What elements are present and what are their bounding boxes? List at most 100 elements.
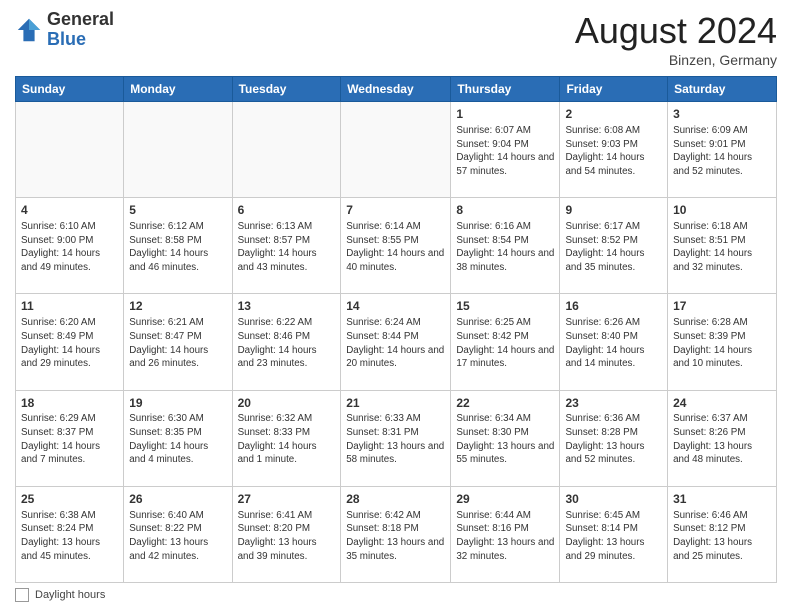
calendar-cell: 9Sunrise: 6:17 AM Sunset: 8:52 PM Daylig… [560, 198, 668, 294]
calendar-cell: 23Sunrise: 6:36 AM Sunset: 8:28 PM Dayli… [560, 390, 668, 486]
day-header-tuesday: Tuesday [232, 77, 341, 102]
day-number: 14 [346, 298, 445, 315]
day-number: 8 [456, 202, 554, 219]
calendar-cell: 27Sunrise: 6:41 AM Sunset: 8:20 PM Dayli… [232, 486, 341, 582]
calendar-cell: 16Sunrise: 6:26 AM Sunset: 8:40 PM Dayli… [560, 294, 668, 390]
month-title: August 2024 [575, 10, 777, 52]
footer-label: Daylight hours [35, 589, 105, 601]
calendar-header-row: SundayMondayTuesdayWednesdayThursdayFrid… [16, 77, 777, 102]
day-info: Sunrise: 6:16 AM Sunset: 8:54 PM Dayligh… [456, 220, 554, 275]
day-header-friday: Friday [560, 77, 668, 102]
day-number: 31 [673, 491, 771, 508]
calendar-cell: 26Sunrise: 6:40 AM Sunset: 8:22 PM Dayli… [124, 486, 232, 582]
day-info: Sunrise: 6:07 AM Sunset: 9:04 PM Dayligh… [456, 124, 554, 179]
day-number: 24 [673, 395, 771, 412]
calendar-cell: 22Sunrise: 6:34 AM Sunset: 8:30 PM Dayli… [451, 390, 560, 486]
calendar-week-1: 1Sunrise: 6:07 AM Sunset: 9:04 PM Daylig… [16, 102, 777, 198]
day-info: Sunrise: 6:41 AM Sunset: 8:20 PM Dayligh… [238, 509, 336, 564]
day-info: Sunrise: 6:45 AM Sunset: 8:14 PM Dayligh… [565, 509, 662, 564]
day-number: 28 [346, 491, 445, 508]
day-info: Sunrise: 6:20 AM Sunset: 8:49 PM Dayligh… [21, 316, 118, 371]
calendar-cell: 6Sunrise: 6:13 AM Sunset: 8:57 PM Daylig… [232, 198, 341, 294]
calendar-week-5: 25Sunrise: 6:38 AM Sunset: 8:24 PM Dayli… [16, 486, 777, 582]
day-number: 30 [565, 491, 662, 508]
day-header-monday: Monday [124, 77, 232, 102]
calendar-cell: 11Sunrise: 6:20 AM Sunset: 8:49 PM Dayli… [16, 294, 124, 390]
calendar-cell: 5Sunrise: 6:12 AM Sunset: 8:58 PM Daylig… [124, 198, 232, 294]
day-info: Sunrise: 6:25 AM Sunset: 8:42 PM Dayligh… [456, 316, 554, 371]
location-subtitle: Binzen, Germany [575, 52, 777, 68]
header: General Blue August 2024 Binzen, Germany [15, 10, 777, 68]
calendar-cell: 13Sunrise: 6:22 AM Sunset: 8:46 PM Dayli… [232, 294, 341, 390]
day-number: 16 [565, 298, 662, 315]
calendar-week-2: 4Sunrise: 6:10 AM Sunset: 9:00 PM Daylig… [16, 198, 777, 294]
day-info: Sunrise: 6:44 AM Sunset: 8:16 PM Dayligh… [456, 509, 554, 564]
day-info: Sunrise: 6:42 AM Sunset: 8:18 PM Dayligh… [346, 509, 445, 564]
calendar-cell [232, 102, 341, 198]
day-number: 23 [565, 395, 662, 412]
footer-icon [15, 588, 29, 602]
day-info: Sunrise: 6:30 AM Sunset: 8:35 PM Dayligh… [129, 412, 226, 467]
day-number: 7 [346, 202, 445, 219]
calendar-cell: 17Sunrise: 6:28 AM Sunset: 8:39 PM Dayli… [668, 294, 777, 390]
day-info: Sunrise: 6:37 AM Sunset: 8:26 PM Dayligh… [673, 412, 771, 467]
day-info: Sunrise: 6:33 AM Sunset: 8:31 PM Dayligh… [346, 412, 445, 467]
day-header-sunday: Sunday [16, 77, 124, 102]
day-number: 27 [238, 491, 336, 508]
calendar-week-3: 11Sunrise: 6:20 AM Sunset: 8:49 PM Dayli… [16, 294, 777, 390]
day-number: 6 [238, 202, 336, 219]
day-info: Sunrise: 6:18 AM Sunset: 8:51 PM Dayligh… [673, 220, 771, 275]
day-number: 19 [129, 395, 226, 412]
logo-blue-text: Blue [47, 29, 86, 49]
day-info: Sunrise: 6:17 AM Sunset: 8:52 PM Dayligh… [565, 220, 662, 275]
calendar-cell: 28Sunrise: 6:42 AM Sunset: 8:18 PM Dayli… [341, 486, 451, 582]
day-number: 9 [565, 202, 662, 219]
calendar-cell: 7Sunrise: 6:14 AM Sunset: 8:55 PM Daylig… [341, 198, 451, 294]
calendar-cell [16, 102, 124, 198]
day-number: 29 [456, 491, 554, 508]
day-number: 17 [673, 298, 771, 315]
day-number: 2 [565, 106, 662, 123]
day-number: 18 [21, 395, 118, 412]
calendar-cell: 29Sunrise: 6:44 AM Sunset: 8:16 PM Dayli… [451, 486, 560, 582]
day-header-saturday: Saturday [668, 77, 777, 102]
title-block: August 2024 Binzen, Germany [575, 10, 777, 68]
calendar-cell: 4Sunrise: 6:10 AM Sunset: 9:00 PM Daylig… [16, 198, 124, 294]
calendar-cell: 18Sunrise: 6:29 AM Sunset: 8:37 PM Dayli… [16, 390, 124, 486]
day-number: 15 [456, 298, 554, 315]
day-number: 26 [129, 491, 226, 508]
calendar-cell: 31Sunrise: 6:46 AM Sunset: 8:12 PM Dayli… [668, 486, 777, 582]
calendar-cell [341, 102, 451, 198]
logo-text: General Blue [47, 10, 114, 50]
day-number: 25 [21, 491, 118, 508]
day-info: Sunrise: 6:36 AM Sunset: 8:28 PM Dayligh… [565, 412, 662, 467]
day-header-wednesday: Wednesday [341, 77, 451, 102]
calendar-table: SundayMondayTuesdayWednesdayThursdayFrid… [15, 76, 777, 583]
day-number: 10 [673, 202, 771, 219]
day-info: Sunrise: 6:10 AM Sunset: 9:00 PM Dayligh… [21, 220, 118, 275]
day-info: Sunrise: 6:12 AM Sunset: 8:58 PM Dayligh… [129, 220, 226, 275]
day-info: Sunrise: 6:32 AM Sunset: 8:33 PM Dayligh… [238, 412, 336, 467]
calendar-cell: 21Sunrise: 6:33 AM Sunset: 8:31 PM Dayli… [341, 390, 451, 486]
day-number: 20 [238, 395, 336, 412]
day-info: Sunrise: 6:40 AM Sunset: 8:22 PM Dayligh… [129, 509, 226, 564]
day-number: 21 [346, 395, 445, 412]
day-info: Sunrise: 6:13 AM Sunset: 8:57 PM Dayligh… [238, 220, 336, 275]
calendar-cell: 14Sunrise: 6:24 AM Sunset: 8:44 PM Dayli… [341, 294, 451, 390]
calendar-cell: 1Sunrise: 6:07 AM Sunset: 9:04 PM Daylig… [451, 102, 560, 198]
day-number: 4 [21, 202, 118, 219]
day-info: Sunrise: 6:26 AM Sunset: 8:40 PM Dayligh… [565, 316, 662, 371]
day-number: 3 [673, 106, 771, 123]
calendar-cell: 30Sunrise: 6:45 AM Sunset: 8:14 PM Dayli… [560, 486, 668, 582]
day-header-thursday: Thursday [451, 77, 560, 102]
day-number: 1 [456, 106, 554, 123]
day-info: Sunrise: 6:08 AM Sunset: 9:03 PM Dayligh… [565, 124, 662, 179]
calendar-cell: 19Sunrise: 6:30 AM Sunset: 8:35 PM Dayli… [124, 390, 232, 486]
calendar-cell: 24Sunrise: 6:37 AM Sunset: 8:26 PM Dayli… [668, 390, 777, 486]
day-info: Sunrise: 6:34 AM Sunset: 8:30 PM Dayligh… [456, 412, 554, 467]
footer: Daylight hours [15, 588, 777, 602]
day-info: Sunrise: 6:14 AM Sunset: 8:55 PM Dayligh… [346, 220, 445, 275]
calendar-cell: 8Sunrise: 6:16 AM Sunset: 8:54 PM Daylig… [451, 198, 560, 294]
calendar-cell: 15Sunrise: 6:25 AM Sunset: 8:42 PM Dayli… [451, 294, 560, 390]
logo-general-text: General [47, 9, 114, 29]
